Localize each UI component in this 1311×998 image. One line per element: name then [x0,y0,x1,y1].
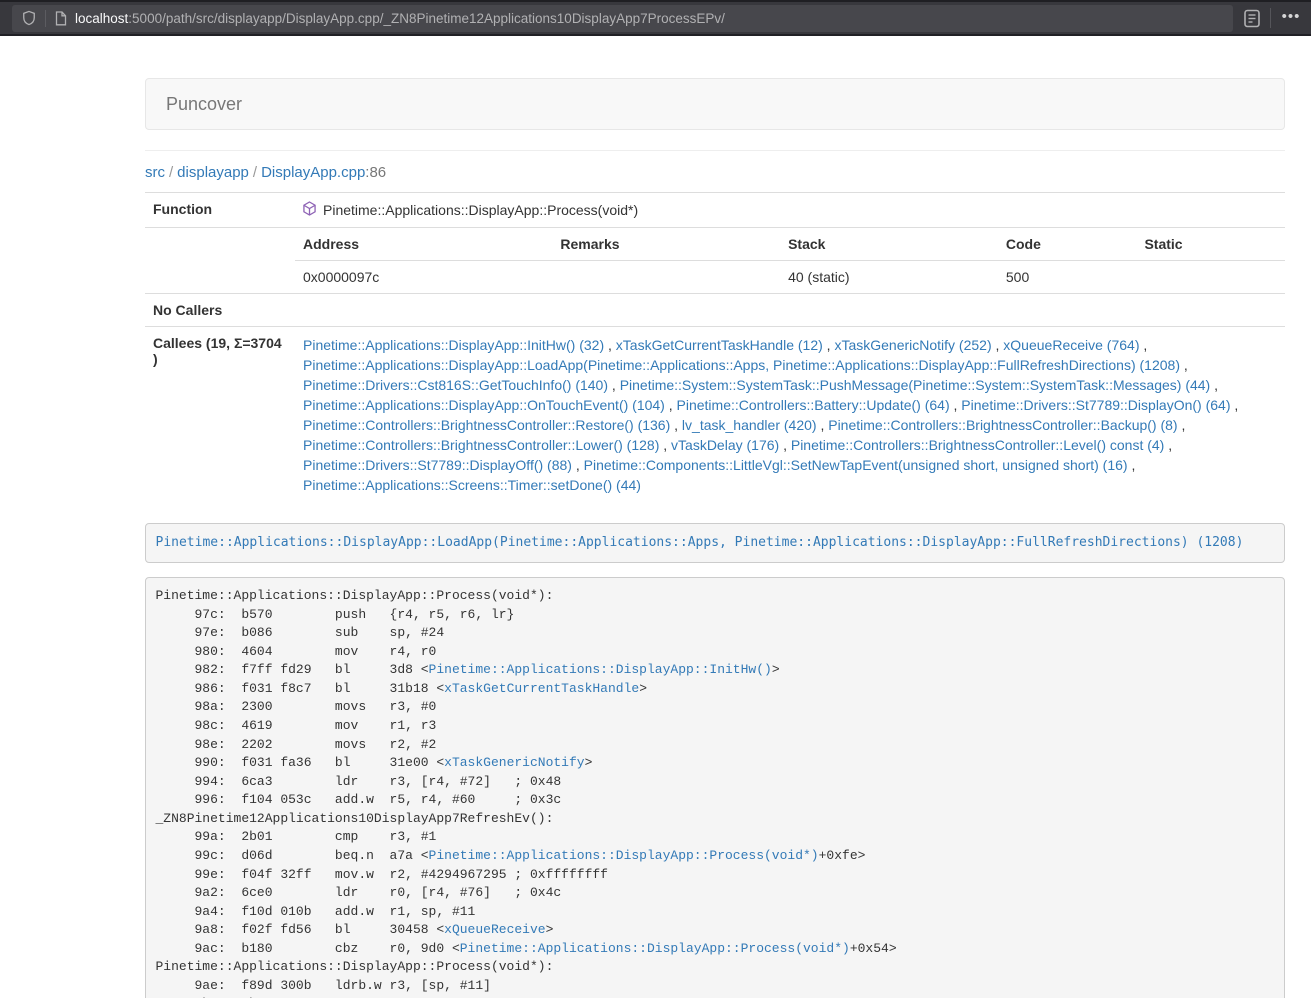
no-callers-row: No Callers [145,294,1285,327]
details-row: Address Remarks Stack Code Static 0x0000… [145,228,1285,294]
breadcrumb-line-number: :86 [365,164,386,181]
callee-link[interactable]: lv_task_handler (420) [682,417,817,433]
callee-link[interactable]: xTaskGenericNotify (252) [834,337,991,353]
cube-icon [303,201,323,219]
col-remarks: Remarks [552,228,780,261]
value-code: 500 [998,261,1137,294]
disassembly-symbol-link[interactable]: xTaskGetCurrentTaskHandle [444,681,639,696]
navbar: Puncover [145,78,1285,130]
details-header-row: Address Remarks Stack Code Static [295,228,1285,261]
callee-link[interactable]: Pinetime::Applications::DisplayApp::Load… [303,357,1180,373]
callee-separator: , [950,397,962,413]
value-remarks [552,261,780,294]
callee-separator: , [823,337,835,353]
toolbar-divider [1270,8,1271,28]
url-host: localhost [75,11,128,26]
disassembly-block: Pinetime::Applications::DisplayApp::Proc… [145,577,1285,998]
callee-separator: , [659,437,671,453]
callee-separator: , [604,337,616,353]
function-label: Function [145,193,295,228]
callee-separator: , [817,417,829,433]
callees-row: Callees (19, Σ=3704 ) Pinetime::Applicat… [145,327,1285,504]
details-value-row: 0x0000097c 40 (static) 500 [295,261,1285,294]
breadcrumb-link-src[interactable]: src [145,164,165,181]
page-icon[interactable] [55,11,67,26]
disassembly-symbol-link[interactable]: Pinetime::Applications::DisplayApp::Proc… [460,941,850,956]
callee-separator: , [1178,417,1186,433]
disassembly-symbol-link[interactable]: Pinetime::Applications::DisplayApp::Init… [429,662,772,677]
callee-link[interactable]: Pinetime::Controllers::BrightnessControl… [791,437,1164,453]
callee-separator: , [665,397,677,413]
function-details-table: Address Remarks Stack Code Static 0x0000… [295,228,1285,293]
browser-toolbar: localhost:5000/path/src/displayapp/Displ… [0,0,1311,36]
breadcrumb: src/displayapp/DisplayApp.cpp:86 [145,164,1285,181]
function-row: Function Pinetime::Applications::Display… [145,193,1285,228]
callee-link[interactable]: xQueueReceive (764) [1003,337,1139,353]
callee-separator: , [779,437,791,453]
col-address: Address [295,228,552,261]
disassembly-symbol-link[interactable]: Pinetime::Applications::DisplayApp::Proc… [429,848,819,863]
callee-separator: , [1128,457,1136,473]
callee-link[interactable]: Pinetime::Drivers::St7789::DisplayOff() … [303,457,572,473]
reader-mode-icon[interactable] [1244,9,1260,28]
menu-dots-icon[interactable]: ••• [1282,9,1301,28]
url-text[interactable]: localhost:5000/path/src/displayapp/Displ… [75,11,725,26]
callee-separator: , [608,377,620,393]
shield-icon[interactable] [22,10,36,26]
divider [145,150,1285,151]
callee-link[interactable]: vTaskDelay (176) [671,437,779,453]
col-stack: Stack [780,228,998,261]
urlbar-divider [45,10,46,27]
breadcrumb-link-displayapp[interactable]: displayapp [177,164,249,181]
callees-list: Pinetime::Applications::DisplayApp::Init… [295,327,1285,504]
function-name: Pinetime::Applications::DisplayApp::Proc… [323,202,638,218]
callee-link[interactable]: Pinetime::Applications::DisplayApp::OnTo… [303,397,665,413]
value-address: 0x0000097c [295,261,552,294]
disassembly-code: Pinetime::Applications::DisplayApp::Proc… [156,588,897,998]
callee-separator: , [670,417,682,433]
callee-separator: , [1210,377,1218,393]
breadcrumb-separator: / [169,164,173,181]
callee-separator: , [572,457,584,473]
callee-link[interactable]: Pinetime::Controllers::BrightnessControl… [828,417,1177,433]
col-code: Code [998,228,1137,261]
page-content: Puncover src/displayapp/DisplayApp.cpp:8… [145,36,1285,998]
callee-link[interactable]: Pinetime::Applications::DisplayApp::Init… [303,337,604,353]
callee-separator: , [1139,337,1147,353]
col-static: Static [1136,228,1285,261]
callee-link[interactable]: Pinetime::Controllers::Battery::Update()… [677,397,950,413]
callee-separator: , [992,337,1004,353]
callee-link[interactable]: Pinetime::Drivers::St7789::DisplayOn() (… [961,397,1230,413]
callee-link[interactable]: Pinetime::Applications::Screens::Timer::… [303,477,641,493]
disassembly-symbol-link[interactable]: xTaskGenericNotify [444,755,584,770]
no-callers-label: No Callers [145,294,295,327]
disassembly-symbol-link[interactable]: xQueueReceive [444,922,545,937]
callee-separator: , [1164,437,1172,453]
callee-separator: , [1180,357,1188,373]
callees-label: Callees (19, Σ=3704 ) [145,327,295,504]
callee-link[interactable]: Pinetime::Controllers::BrightnessControl… [303,417,670,433]
loadapp-symbol-link[interactable]: Pinetime::Applications::DisplayApp::Load… [156,535,1244,550]
url-path: :5000/path/src/displayapp/DisplayApp.cpp… [128,11,725,26]
callee-link[interactable]: Pinetime::Components::LittleVgl::SetNewT… [584,457,1128,473]
brand-title[interactable]: Puncover [146,94,242,115]
function-table: Function Pinetime::Applications::Display… [145,192,1285,503]
callee-link[interactable]: Pinetime::Drivers::Cst816S::GetTouchInfo… [303,377,608,393]
loadapp-symbol-box: Pinetime::Applications::DisplayApp::Load… [145,523,1285,563]
breadcrumb-link-file[interactable]: DisplayApp.cpp [261,164,365,181]
callee-link[interactable]: xTaskGetCurrentTaskHandle (12) [616,337,823,353]
url-bar[interactable]: localhost:5000/path/src/displayapp/Displ… [12,5,1233,32]
callee-link[interactable]: Pinetime::System::SystemTask::PushMessag… [620,377,1211,393]
value-stack: 40 (static) [780,261,998,294]
value-static [1136,261,1285,294]
breadcrumb-separator: / [253,164,257,181]
callee-link[interactable]: Pinetime::Controllers::BrightnessControl… [303,437,659,453]
callee-separator: , [1231,397,1239,413]
